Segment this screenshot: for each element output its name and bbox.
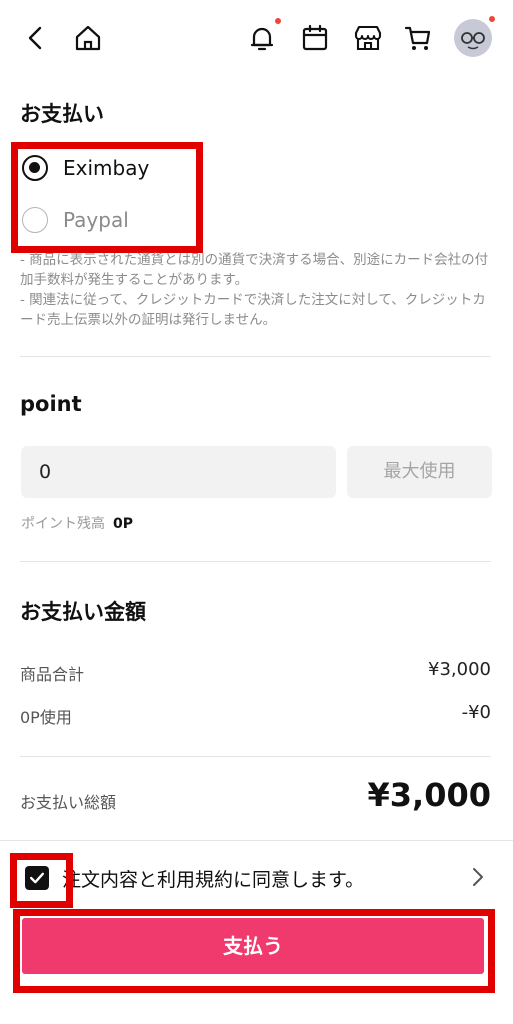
chevron-right-icon[interactable] xyxy=(466,864,490,890)
points-used-value: -¥0 xyxy=(461,702,491,723)
top-nav-bar xyxy=(0,0,513,80)
total-value: ¥3,000 xyxy=(367,776,491,814)
agree-checkbox[interactable] xyxy=(25,866,49,890)
notification-dot xyxy=(275,18,281,24)
point-balance: ポイント残高 0P xyxy=(21,513,133,533)
divider xyxy=(20,561,491,562)
check-icon xyxy=(30,872,44,884)
payment-note: - 関連法に従って、クレジットカードで決済した注文に対して、クレジットカード売上… xyxy=(20,292,486,328)
calendar-icon[interactable] xyxy=(297,20,333,56)
point-balance-value: 0P xyxy=(113,516,134,532)
payment-option-paypal[interactable]: Paypal xyxy=(22,207,129,233)
payment-notes: - 商品に表示された通貨とは別の通貨で決済する場合、別途にカード会社の付加手数料… xyxy=(20,250,496,330)
agree-text[interactable]: 注文内容と利用規約に同意します。 xyxy=(62,865,364,892)
store-icon[interactable] xyxy=(350,20,386,56)
home-icon[interactable] xyxy=(70,20,106,56)
total-label: お支払い総額 xyxy=(20,793,117,812)
avatar[interactable] xyxy=(454,19,492,57)
payment-option-eximbay[interactable]: Eximbay xyxy=(22,155,149,181)
points-used-label: 0P使用 xyxy=(20,708,72,727)
pay-button[interactable]: 支払う xyxy=(22,918,484,974)
radio-selected[interactable] xyxy=(22,155,48,181)
bell-icon[interactable] xyxy=(244,20,280,56)
avatar-notification-dot xyxy=(489,16,495,22)
subtotal-label: 商品合計 xyxy=(20,665,85,684)
divider xyxy=(0,840,513,841)
summary-title: お支払い金額 xyxy=(20,600,146,624)
point-balance-label: ポイント残高 xyxy=(21,516,105,532)
payment-title: お支払い xyxy=(20,102,104,126)
back-icon[interactable] xyxy=(18,20,54,56)
payment-option-label: Paypal xyxy=(63,208,129,232)
point-title: point xyxy=(20,392,82,416)
subtotal-value: ¥3,000 xyxy=(428,659,491,680)
payment-note: - 商品に表示された通貨とは別の通貨で決済する場合、別途にカード会社の付加手数料… xyxy=(20,252,489,288)
payment-option-label: Eximbay xyxy=(63,156,150,180)
max-use-button[interactable]: 最大使用 xyxy=(347,446,492,498)
point-input[interactable]: 0 xyxy=(21,446,336,498)
divider xyxy=(20,356,491,357)
radio-unselected[interactable] xyxy=(22,207,48,233)
cart-icon[interactable] xyxy=(400,20,436,56)
divider xyxy=(20,756,491,757)
